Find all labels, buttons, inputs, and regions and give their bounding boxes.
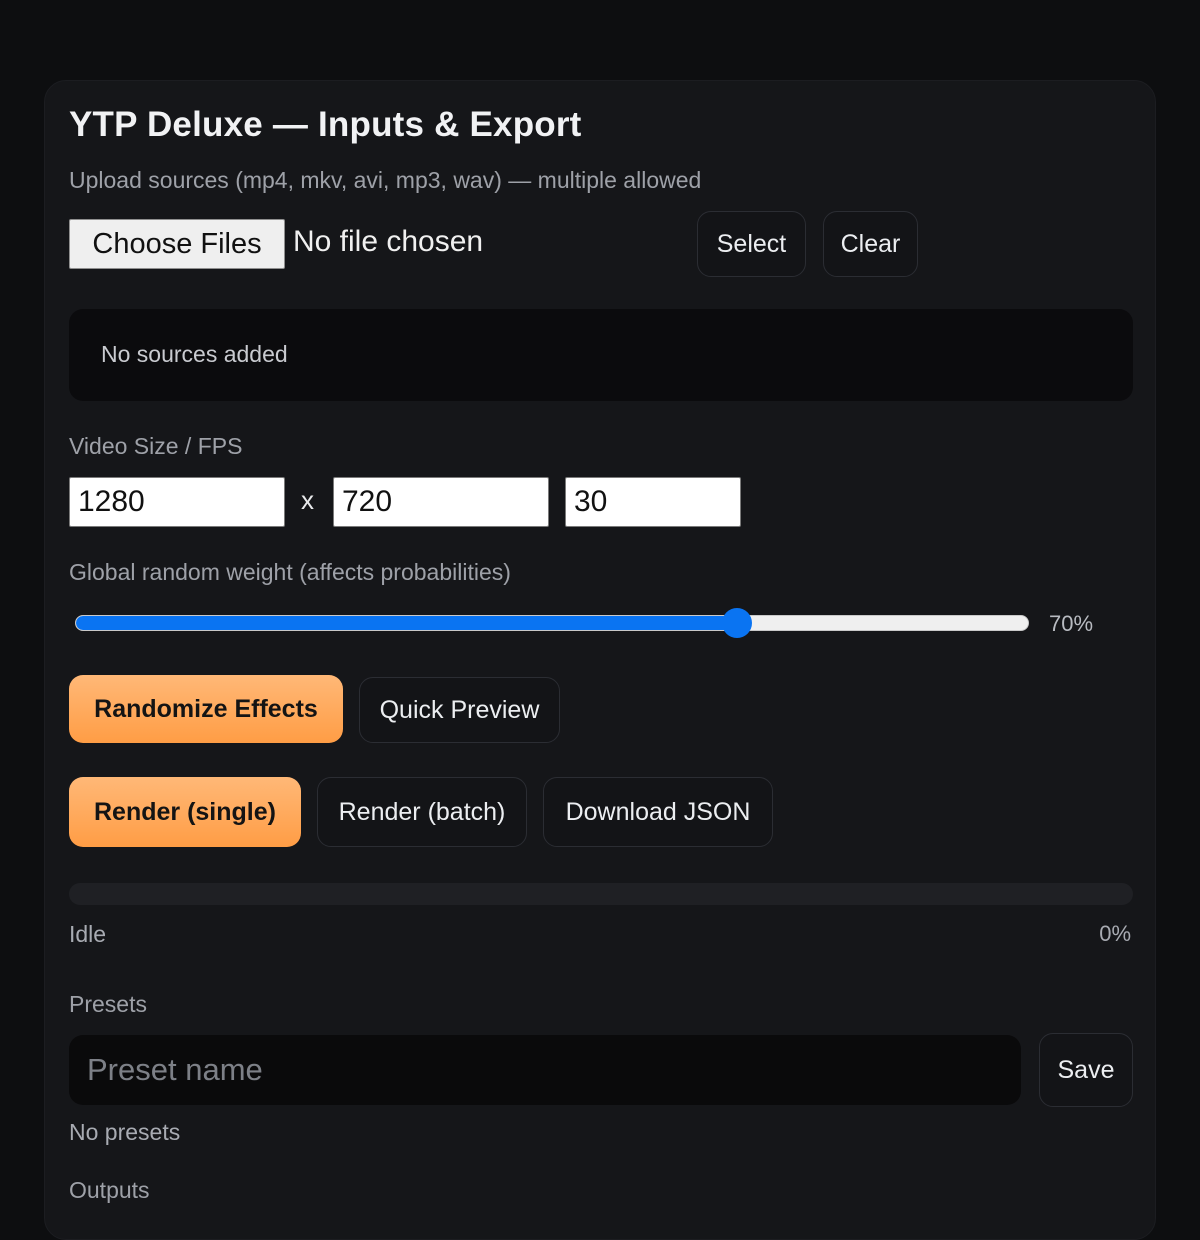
inputs-export-panel: YTP Deluxe — Inputs & Export Upload sour…: [44, 80, 1156, 1240]
clear-button[interactable]: Clear: [823, 211, 918, 277]
width-input[interactable]: 1280: [69, 477, 285, 527]
weight-slider[interactable]: [75, 615, 1029, 631]
weight-slider-fill: [76, 616, 738, 630]
weight-slider-thumb[interactable]: [721, 608, 752, 638]
fps-input[interactable]: 30: [565, 477, 741, 527]
presets-empty-text: No presets: [69, 1119, 181, 1145]
sources-list: No sources added: [69, 309, 1133, 401]
render-single-button[interactable]: Render (single): [69, 777, 301, 847]
video-size-label: Video Size / FPS: [69, 433, 243, 459]
sources-empty-text: No sources added: [101, 341, 288, 367]
quick-preview-button[interactable]: Quick Preview: [359, 677, 560, 743]
panel-title: YTP Deluxe — Inputs & Export: [69, 105, 582, 144]
weight-label: Global random weight (affects probabilit…: [69, 559, 511, 585]
render-progress-bar: [69, 883, 1133, 905]
weight-value: 70%: [1049, 611, 1094, 636]
height-input[interactable]: 720: [333, 477, 549, 527]
preset-name-input[interactable]: [69, 1035, 1021, 1105]
presets-label: Presets: [69, 991, 147, 1017]
save-preset-button[interactable]: Save: [1039, 1033, 1133, 1107]
render-percent: 0%: [1099, 921, 1131, 946]
size-separator: x: [301, 485, 314, 515]
select-button[interactable]: Select: [697, 211, 806, 277]
randomize-effects-button[interactable]: Randomize Effects: [69, 675, 343, 743]
render-batch-button[interactable]: Render (batch): [317, 777, 527, 847]
file-status-text: No file chosen: [293, 225, 484, 258]
download-json-button[interactable]: Download JSON: [543, 777, 773, 847]
upload-label: Upload sources (mp4, mkv, avi, mp3, wav)…: [69, 167, 702, 193]
choose-files-button[interactable]: Choose Files: [69, 219, 285, 269]
render-status: Idle: [69, 921, 107, 947]
